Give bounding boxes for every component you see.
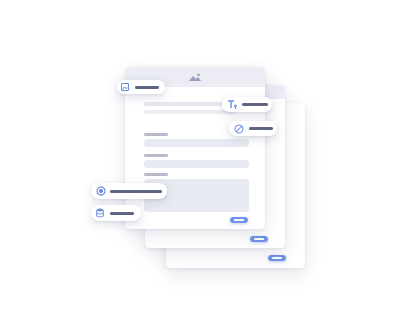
chip-label-placeholder — [135, 86, 159, 89]
text-field-placeholder[interactable] — [144, 160, 249, 168]
chip-label-placeholder — [110, 189, 162, 193]
field-label-placeholder — [144, 173, 168, 176]
subtitle-placeholder — [144, 110, 236, 114]
field-label-placeholder — [144, 154, 168, 157]
submit-button-front[interactable] — [230, 217, 248, 223]
database-icon — [96, 208, 104, 218]
image-icon — [189, 73, 201, 81]
chip-label-placeholder — [249, 127, 273, 130]
radio-option-chip[interactable] — [91, 183, 167, 199]
submit-button-middle[interactable] — [250, 236, 268, 242]
image-chip[interactable] — [117, 80, 165, 94]
image-icon — [121, 83, 129, 91]
database-chip[interactable] — [91, 205, 141, 221]
radio-button-icon — [96, 186, 106, 196]
submit-button-back[interactable] — [268, 255, 286, 261]
field-label-placeholder — [144, 133, 168, 136]
text-field-placeholder[interactable] — [144, 139, 249, 147]
chip-label-placeholder — [242, 103, 268, 106]
chip-label-placeholder — [110, 211, 134, 215]
blocked-icon — [234, 124, 244, 133]
blocked-chip[interactable] — [229, 121, 277, 136]
text-format-icon — [228, 100, 237, 109]
title-placeholder — [144, 102, 228, 106]
text-format-chip[interactable] — [222, 97, 272, 112]
